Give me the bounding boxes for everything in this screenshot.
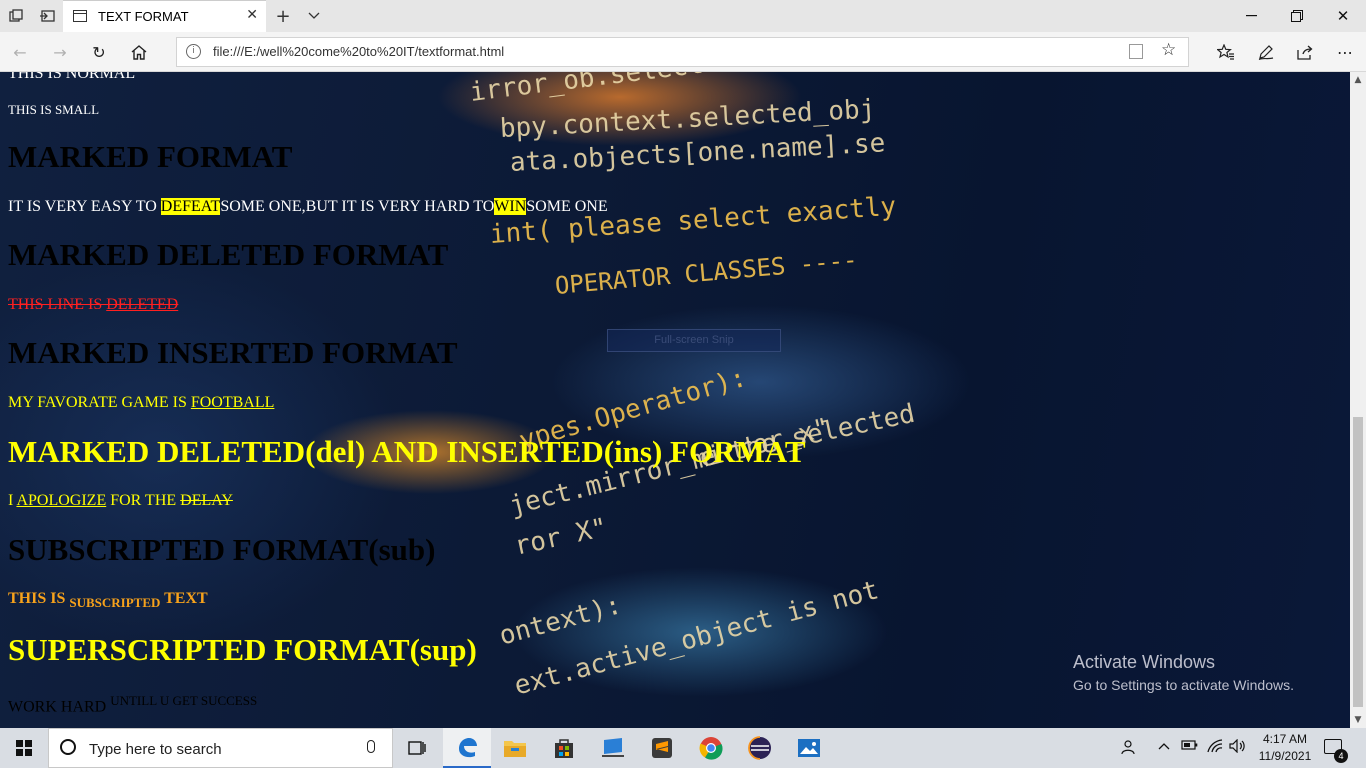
tab-title: TEXT FORMAT xyxy=(98,9,189,24)
text-segment: SOME ONE xyxy=(526,198,608,215)
activate-windows-subtitle: Go to Settings to activate Windows. xyxy=(1073,677,1294,693)
heading-subscripted: SUBSCRIPTED FORMAT(sub) xyxy=(8,532,436,567)
taskbar: Type here to search 4:17 AM 11/9/2021 4 xyxy=(0,728,1366,768)
tab-preview-icon[interactable] xyxy=(37,6,57,26)
small-text: THIS IS SMALL xyxy=(8,102,100,117)
window-close-icon[interactable]: ✕ xyxy=(1320,0,1366,32)
volume-icon[interactable] xyxy=(1229,738,1247,757)
reading-view-icon[interactable] xyxy=(1129,44,1143,59)
text-segment: TEXT xyxy=(160,590,208,607)
battery-icon[interactable] xyxy=(1181,739,1198,755)
chevron-down-icon[interactable] xyxy=(304,6,324,26)
heading-superscripted: SUPERSCRIPTED FORMAT(sup) xyxy=(8,632,477,667)
code-line: ror X" xyxy=(511,512,610,562)
navigation-bar: ← → ↻ i file:///E:/well%20come%20to%20IT… xyxy=(0,32,1366,72)
pen-icon[interactable] xyxy=(1255,41,1277,63)
text-segment: WORK HARD xyxy=(8,698,111,716)
clock-date: 11/9/2021 xyxy=(1258,749,1312,763)
scroll-up-icon[interactable]: ▲ xyxy=(1350,72,1366,88)
text-segment: THIS IS xyxy=(8,590,70,607)
file-explorer-icon[interactable] xyxy=(491,728,539,768)
text-segment: FOR THE xyxy=(106,492,181,509)
tab-set-aside-icon[interactable] xyxy=(6,6,26,26)
text-segment: THIS LINE IS xyxy=(8,296,107,313)
sup-sentence: WORK HARD UNTILL U GET SUCCESS xyxy=(8,693,257,716)
edge-icon[interactable] xyxy=(443,728,491,768)
search-placeholder: Type here to search xyxy=(89,741,222,758)
sub-sentence: THIS IS SUBSCRIPTED TEXT xyxy=(8,590,208,611)
full-screen-snip-label: Full-screen Snip xyxy=(607,329,781,352)
refresh-icon[interactable]: ↻ xyxy=(88,41,110,63)
deleted-word: DELAY xyxy=(180,492,233,509)
address-url[interactable]: file:///E:/well%20come%20to%20IT/textfor… xyxy=(213,44,504,59)
notification-count-badge: 4 xyxy=(1334,749,1348,763)
text-segment: MY FAVORATE GAME IS xyxy=(8,394,191,411)
superscript-text: UNTILL U GET SUCCESS xyxy=(110,693,258,708)
deleted-sentence: THIS LINE IS DELETED xyxy=(8,296,178,314)
clock-time: 4:17 AM xyxy=(1262,732,1308,746)
text-segment: SOME ONE,BUT IT IS VERY HARD TO xyxy=(220,198,495,215)
windows-logo-icon xyxy=(16,740,32,756)
marked-sentence: IT IS VERY EASY TO DEFEATSOME ONE,BUT IT… xyxy=(8,198,608,216)
inserted-sentence: MY FAVORATE GAME IS FOOTBALL xyxy=(8,394,274,412)
heading-marked-inserted: MARKED INSERTED FORMAT xyxy=(8,335,458,370)
code-line: OPERATOR CLASSES ---- xyxy=(553,245,859,300)
heading-marked-deleted: MARKED DELETED FORMAT xyxy=(8,237,449,272)
taskbar-clock[interactable]: 4:17 AM 11/9/2021 xyxy=(1255,731,1315,765)
heading-marked-format: MARKED FORMAT xyxy=(8,139,293,174)
search-icon xyxy=(60,739,76,755)
people-icon[interactable] xyxy=(1121,739,1137,759)
scroll-thumb[interactable] xyxy=(1353,417,1363,707)
plus-icon[interactable]: + xyxy=(273,6,293,27)
chevron-up-icon[interactable] xyxy=(1158,739,1170,754)
scroll-down-icon[interactable]: ▼ xyxy=(1350,712,1366,728)
code-line: ontext): xyxy=(496,590,625,652)
inserted-word: FOOTBALL xyxy=(190,394,275,411)
pc-icon[interactable] xyxy=(589,728,637,768)
microphone-icon[interactable] xyxy=(367,740,375,753)
address-bar[interactable]: i file:///E:/well%20come%20to%20IT/textf… xyxy=(176,37,1189,67)
heading-del-ins: MARKED DELETED(del) AND INSERTED(ins) FO… xyxy=(8,434,806,469)
subscript-text: SUBSCRIPTED xyxy=(69,595,161,611)
page-icon xyxy=(73,10,87,22)
active-tab[interactable]: TEXT FORMAT ✕ xyxy=(63,0,266,32)
minimize-icon[interactable] xyxy=(1228,0,1274,32)
del-ins-sentence: I APOLOGIZE FOR THE DELAY xyxy=(8,492,233,510)
photos-icon[interactable] xyxy=(785,728,833,768)
marked-word: WIN xyxy=(494,198,527,215)
star-icon[interactable]: ☆ xyxy=(1161,40,1176,60)
marked-word: DEFEAT xyxy=(160,198,221,215)
sublime-text-icon[interactable] xyxy=(638,728,686,768)
favorites-icon[interactable] xyxy=(1215,41,1237,63)
close-icon[interactable]: ✕ xyxy=(246,7,258,23)
home-icon[interactable] xyxy=(128,41,150,63)
task-view-icon[interactable] xyxy=(393,728,441,768)
vertical-scrollbar[interactable]: ▲ ▼ xyxy=(1350,72,1366,728)
chrome-icon[interactable] xyxy=(687,728,735,768)
more-icon[interactable]: ⋯ xyxy=(1334,41,1356,63)
activate-windows-title: Activate Windows xyxy=(1073,652,1216,672)
taskbar-search[interactable]: Type here to search xyxy=(48,728,393,768)
normal-text: THIS IS NORMAL xyxy=(8,72,136,82)
page-viewport: irror_ob.select = 0 bpy.context.selected… xyxy=(0,72,1350,728)
inserted-word: APOLOGIZE xyxy=(16,492,107,509)
code-line: ext.active_object is not xyxy=(511,575,882,702)
forward-icon[interactable]: → xyxy=(49,41,71,63)
start-button[interactable] xyxy=(0,728,48,768)
eclipse-icon[interactable] xyxy=(736,728,784,768)
share-icon[interactable] xyxy=(1294,41,1316,63)
tab-bar: TEXT FORMAT ✕ + ✕ xyxy=(0,0,1366,32)
deleted-word: DELETED xyxy=(106,296,179,313)
info-icon[interactable]: i xyxy=(186,44,201,59)
text-segment: IT IS VERY EASY TO xyxy=(8,198,161,215)
back-icon[interactable]: ← xyxy=(9,41,31,63)
wifi-icon[interactable] xyxy=(1206,739,1224,757)
maximize-icon[interactable] xyxy=(1274,0,1320,32)
store-icon[interactable] xyxy=(540,728,588,768)
